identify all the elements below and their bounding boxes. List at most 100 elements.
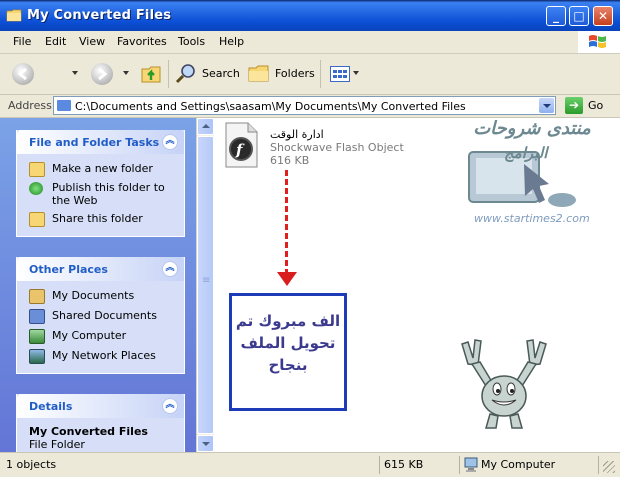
collapse-icon[interactable]: ︽ [162,398,178,414]
maximize-button[interactable]: □ [569,6,589,26]
address-label: Address [8,99,52,112]
message-line: بنجاح [268,356,308,374]
menu-bar: File Edit View Favorites Tools Help [0,31,620,54]
status-object-count: 1 objects [6,458,57,471]
forward-button[interactable] [91,63,113,85]
place-my-network-places[interactable]: My Network Places [17,347,184,367]
status-divider [459,456,460,474]
menu-favorites[interactable]: Favorites [117,35,167,48]
status-divider [598,456,599,474]
file-folder-tasks-panel: File and Folder Tasks ︽ Make a new folde… [16,130,185,237]
menu-tools[interactable]: Tools [178,35,205,48]
back-button[interactable] [12,63,34,85]
toolbar-separator [320,60,321,88]
windows-flag-icon [589,35,606,48]
go-label[interactable]: Go [588,99,603,112]
watermark-url: www.startimes2.com [474,212,590,225]
back-arrow-icon [17,67,27,81]
file-type: Shockwave Flash Object [270,141,404,154]
shared-documents-icon [29,309,45,324]
menu-view[interactable]: View [79,35,105,48]
task-pane-scrollbar[interactable] [196,118,214,452]
task-make-new-folder[interactable]: Make a new folder [17,160,184,180]
close-button[interactable]: ✕ [593,6,613,26]
status-location: My Computer [481,458,556,471]
task-publish-to-web[interactable]: Publish this folder to the Web [17,180,184,210]
share-folder-icon [29,212,45,227]
flash-file-icon: f [225,122,258,168]
details-panel: Details ︽ My Converted Files File Folder [16,394,185,452]
search-button-label[interactable]: Search [202,67,240,80]
file-name: ادارة الوقت [270,128,324,141]
panel-title: File and Folder Tasks [29,136,160,149]
address-dropdown-button[interactable] [539,98,554,113]
pointer-dashed-line [285,170,292,275]
collapse-icon[interactable]: ︽ [162,261,178,277]
scroll-thumb[interactable] [197,136,214,434]
victory-smiley-icon [461,339,547,429]
address-input[interactable]: C:\Documents and Settings\saasam\My Docu… [53,96,556,115]
details-name: My Converted Files [29,425,148,438]
forward-dropdown[interactable] [123,71,129,75]
new-folder-icon [29,162,45,177]
scroll-down-button[interactable] [197,435,214,452]
search-icon[interactable] [175,63,197,85]
address-path: C:\Documents and Settings\saasam\My Docu… [75,100,466,113]
place-my-computer[interactable]: My Computer [17,327,184,347]
message-line: الف مبروك تم [235,312,341,330]
task-label: Publish this folder to the Web [52,181,165,207]
views-dropdown[interactable] [353,71,359,75]
other-places-panel: Other Places ︽ My Documents Shared Docum… [16,257,185,374]
go-arrow-icon: ➔ [568,98,580,112]
status-bar: 1 objects 615 KB My Computer [0,452,620,477]
details-header[interactable]: Details ︽ [17,394,184,418]
folders-button-label[interactable]: Folders [275,67,315,80]
collapse-icon[interactable]: ︽ [162,134,178,150]
window-title: My Converted Files [27,8,172,23]
maximize-icon: □ [573,9,585,23]
details-type: File Folder [29,438,85,451]
watermark-title: منتدى شروحات [473,118,591,139]
go-button[interactable]: ➔ [565,97,583,114]
folder-icon [6,9,22,22]
explorer-window: My Converted Files _ □ ✕ File Edit View … [0,0,620,477]
forward-arrow-icon [98,67,108,81]
place-shared-documents[interactable]: Shared Documents [17,307,184,327]
folder-icon [57,100,71,111]
scroll-up-button[interactable] [197,118,214,135]
resize-grip[interactable] [603,461,615,473]
minimize-button[interactable]: _ [546,6,566,26]
close-icon: ✕ [597,9,609,23]
publish-web-icon [29,182,43,195]
message-line: تحويل الملف [240,334,336,352]
status-divider [379,456,380,474]
watermark-subtitle: البرامج [504,144,548,162]
panel-title: Other Places [29,263,108,276]
windows-logo [578,31,620,53]
toolbar-separator [168,60,169,88]
menu-help[interactable]: Help [219,35,244,48]
success-message-box: الف مبروك تم تحويل الملف بنجاح [229,293,347,411]
my-documents-icon [29,289,45,304]
toolbar: Search Folders [0,54,620,95]
pointer-arrowhead [277,272,297,286]
title-bar[interactable]: My Converted Files _ □ ✕ [0,0,620,31]
place-my-documents[interactable]: My Documents [17,287,184,307]
file-folder-tasks-header[interactable]: File and Folder Tasks ︽ [17,130,184,154]
menu-edit[interactable]: Edit [45,35,66,48]
file-list-area[interactable]: منتدى شروحات البرامج www.startimes2.com … [214,118,620,452]
my-computer-icon [29,329,45,344]
task-share-folder[interactable]: Share this folder [17,210,184,230]
other-places-header[interactable]: Other Places ︽ [17,257,184,281]
status-size: 615 KB [384,458,424,471]
folders-icon[interactable] [248,64,270,84]
place-label: My Computer [52,329,127,342]
place-label: My Documents [52,289,135,302]
views-icon[interactable] [330,66,350,82]
menu-file[interactable]: File [13,35,31,48]
back-dropdown[interactable] [72,71,78,75]
up-folder-icon[interactable] [140,63,162,85]
place-label: Shared Documents [52,309,157,322]
minimize-icon: _ [553,9,559,23]
place-label: My Network Places [52,349,156,362]
